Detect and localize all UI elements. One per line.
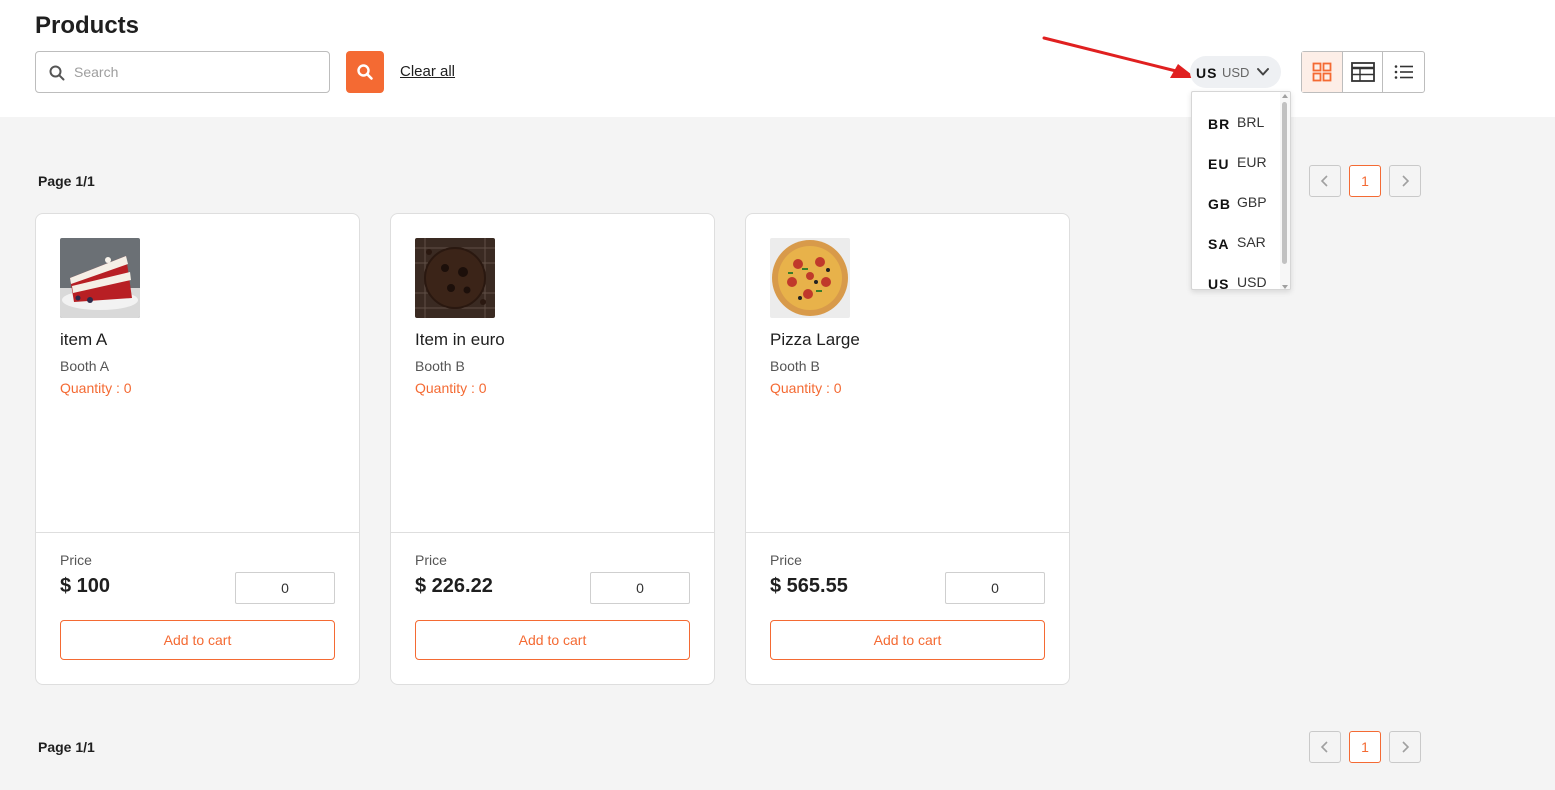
us-flag-icon: US <box>1208 276 1230 290</box>
grid-view-icon <box>1312 62 1332 82</box>
currency-dropdown: BR BRL EU EUR GB GBP SA SAR US USD <box>1191 91 1291 290</box>
product-card: Pizza Large Booth B Quantity : 0 Price $… <box>745 213 1070 685</box>
product-name: Item in euro <box>415 330 505 349</box>
currency-option-code: GBP <box>1237 194 1267 210</box>
card-divider <box>391 532 714 533</box>
search-input[interactable] <box>74 52 324 92</box>
next-page-button[interactable] <box>1389 731 1421 763</box>
chevron-left-icon <box>1320 741 1328 753</box>
prev-page-button[interactable] <box>1309 165 1341 197</box>
price-label: Price <box>415 552 447 568</box>
product-image-chocolate-cookie <box>415 238 495 318</box>
annotation-arrow <box>1042 36 1196 78</box>
price-label: Price <box>60 552 92 568</box>
gb-flag-icon: GB <box>1208 196 1230 212</box>
view-toggle <box>1301 51 1425 93</box>
page-number-button[interactable]: 1 <box>1349 165 1381 197</box>
table-view-icon <box>1350 62 1375 82</box>
search-box[interactable] <box>35 51 330 93</box>
product-booth: Booth B <box>770 358 820 374</box>
sa-flag-icon: SA <box>1208 236 1230 252</box>
currency-select[interactable]: US USD <box>1190 56 1281 88</box>
currency-selected-code: USD <box>1222 65 1250 80</box>
product-image-pizza <box>770 238 850 318</box>
product-card: Item in euro Booth B Quantity : 0 Price … <box>390 213 715 685</box>
next-page-button[interactable] <box>1389 165 1421 197</box>
product-quantity: Quantity : 0 <box>60 380 132 396</box>
search-icon <box>357 64 373 80</box>
list-view-icon <box>1394 65 1413 79</box>
product-name: Pizza Large <box>770 330 860 349</box>
currency-option-usd[interactable]: US USD <box>1192 262 1280 290</box>
list-view-button[interactable] <box>1383 52 1424 92</box>
price-value: $ 100 <box>60 575 111 597</box>
pagination-top: 1 <box>1309 165 1421 197</box>
chevron-left-icon <box>1320 175 1328 187</box>
price-value: $ 565.55 <box>770 575 848 597</box>
clear-all-link[interactable]: Clear all <box>400 63 455 80</box>
product-image-red-velvet-cake <box>60 238 140 318</box>
eu-flag-icon: EU <box>1208 156 1230 172</box>
card-divider <box>36 532 359 533</box>
us-flag-icon: US <box>1196 65 1218 81</box>
dropdown-scrollbar[interactable] <box>1280 92 1290 289</box>
currency-option-brl[interactable]: BR BRL <box>1192 102 1280 142</box>
currency-option-code: BRL <box>1237 114 1265 130</box>
price-value: $ 226.22 <box>415 575 493 597</box>
product-booth: Booth B <box>415 358 465 374</box>
page-indicator-bottom: Page 1/1 <box>38 739 95 755</box>
page-title: Products <box>35 12 140 39</box>
add-to-cart-button[interactable]: Add to cart <box>60 620 335 660</box>
currency-option-code: EUR <box>1237 154 1267 170</box>
chevron-right-icon <box>1402 741 1410 753</box>
page-number-button[interactable]: 1 <box>1349 731 1381 763</box>
add-to-cart-button[interactable]: Add to cart <box>415 620 690 660</box>
quantity-input[interactable] <box>590 572 690 604</box>
top-bar: Products Clear all US USD BR BRL EU EU <box>0 0 1555 290</box>
card-divider <box>746 532 1069 533</box>
product-quantity: Quantity : 0 <box>770 380 842 396</box>
currency-option-sar[interactable]: SA SAR <box>1192 222 1280 262</box>
chevron-down-icon <box>1257 68 1269 76</box>
br-flag-icon: BR <box>1208 116 1230 132</box>
table-view-button[interactable] <box>1343 52 1384 92</box>
product-card: item A Booth A Quantity : 0 Price $ 100 … <box>35 213 360 685</box>
currency-option-gbp[interactable]: GB GBP <box>1192 182 1280 222</box>
currency-option-code: USD <box>1237 274 1267 290</box>
prev-page-button[interactable] <box>1309 731 1341 763</box>
search-button[interactable] <box>346 51 384 93</box>
search-icon <box>49 65 65 81</box>
add-to-cart-button[interactable]: Add to cart <box>770 620 1045 660</box>
product-booth: Booth A <box>60 358 110 374</box>
price-label: Price <box>770 552 802 568</box>
currency-option-code: SAR <box>1237 234 1266 250</box>
scroll-down-icon[interactable] <box>1282 285 1288 289</box>
quantity-input[interactable] <box>945 572 1045 604</box>
grid-view-button[interactable] <box>1302 52 1343 92</box>
pagination-bottom: 1 <box>1309 731 1421 763</box>
quantity-input[interactable] <box>235 572 335 604</box>
product-name: item A <box>60 330 108 349</box>
scrollbar-thumb[interactable] <box>1282 102 1287 264</box>
currency-option-eur[interactable]: EU EUR <box>1192 142 1280 182</box>
product-quantity: Quantity : 0 <box>415 380 487 396</box>
page-indicator-top: Page 1/1 <box>38 173 95 189</box>
scroll-up-icon[interactable] <box>1282 94 1288 98</box>
chevron-right-icon <box>1402 175 1410 187</box>
